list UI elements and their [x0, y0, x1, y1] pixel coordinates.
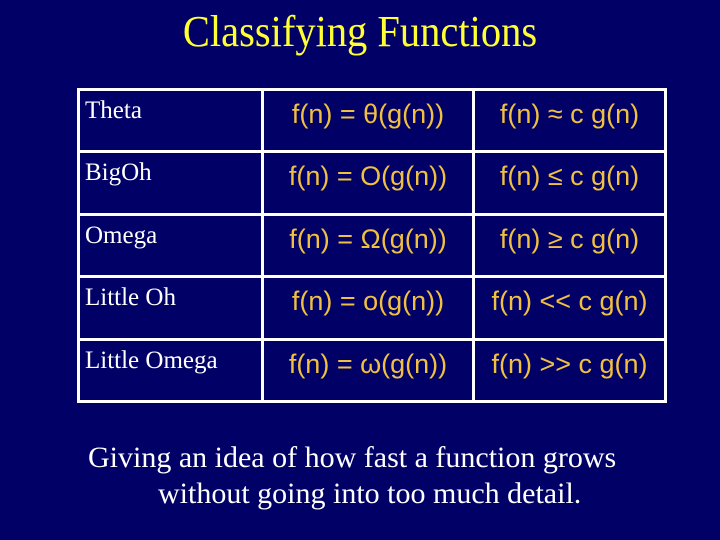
row-definition: f(n) = o(g(n))	[261, 275, 475, 341]
row-relation: f(n) >> c g(n)	[472, 337, 667, 404]
table-row: Little Omega f(n) = ω(g(n)) f(n) >> c g(…	[77, 337, 667, 404]
row-relation: f(n) ≈ c g(n)	[472, 87, 667, 154]
table-row: Little Oh f(n) = o(g(n)) f(n) << c g(n)	[77, 275, 667, 341]
summary-line-2: without going into too much detail.	[158, 477, 582, 510]
table-row: Omega f(n) = Ω(g(n)) f(n) ≥ c g(n)	[77, 212, 667, 279]
row-name: Little Oh	[77, 275, 264, 341]
row-relation: f(n) ≥ c g(n)	[472, 212, 667, 279]
row-relation: f(n) ≤ c g(n)	[472, 150, 667, 216]
row-name: Little Omega	[77, 337, 264, 404]
row-name: Theta	[77, 87, 264, 154]
row-name: BigOh	[77, 150, 264, 216]
classification-table: Theta f(n) = θ(g(n)) f(n) ≈ c g(n) BigOh…	[77, 87, 667, 404]
row-name: Omega	[77, 212, 264, 279]
summary-text: Giving an idea of how fast a function gr…	[88, 440, 708, 512]
summary-line-1: Giving an idea of how fast a function gr…	[88, 441, 617, 474]
row-definition: f(n) = θ(g(n))	[261, 87, 475, 154]
table-row: BigOh f(n) = O(g(n)) f(n) ≤ c g(n)	[77, 150, 667, 216]
slide-title: Classifying Functions	[182, 7, 538, 56]
table-row: Theta f(n) = θ(g(n)) f(n) ≈ c g(n)	[77, 87, 667, 154]
row-definition: f(n) = Ω(g(n))	[261, 212, 475, 279]
row-relation: f(n) << c g(n)	[472, 275, 667, 341]
row-definition: f(n) = ω(g(n))	[261, 337, 475, 404]
row-definition: f(n) = O(g(n))	[261, 150, 475, 216]
